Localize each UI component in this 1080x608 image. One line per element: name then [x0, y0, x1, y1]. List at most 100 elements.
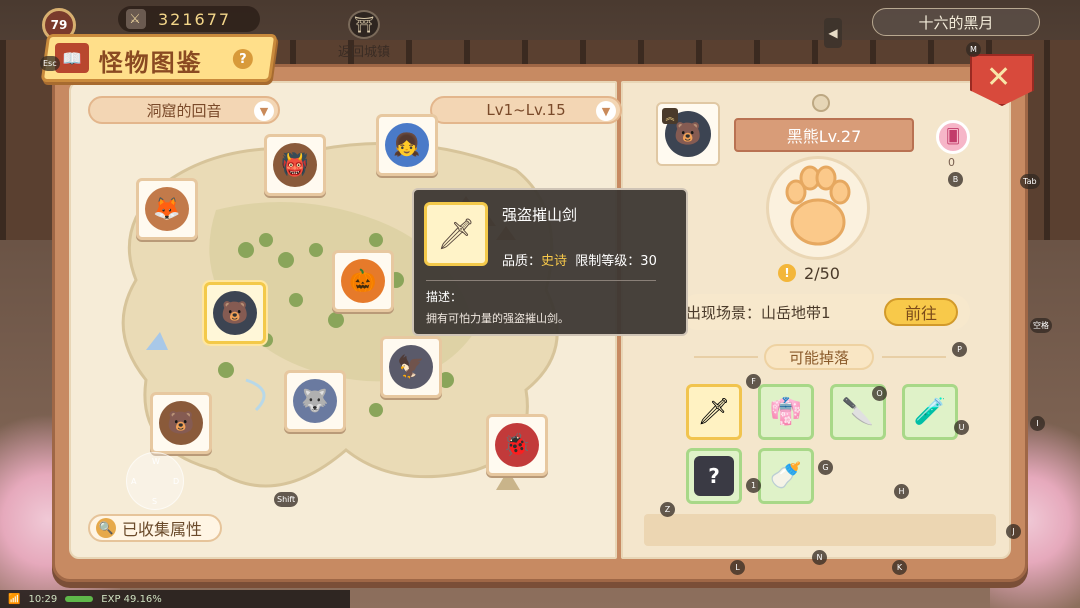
p-key-hint: P	[952, 342, 967, 357]
collection-progress: ! 2/50	[744, 262, 874, 284]
warning-icon: !	[778, 264, 797, 282]
joystick-s: S	[152, 497, 158, 506]
tooltip-quality-row: 品质：史诗 限制等级：30	[502, 250, 657, 269]
monster-blue-hair-girl[interactable]: 👧	[376, 114, 438, 176]
drop-mystery-item[interactable]: ?	[686, 448, 742, 504]
bird-icon: 🦅	[389, 345, 433, 389]
caveman-icon: 👹	[273, 143, 317, 187]
m-key-hint: M	[966, 42, 981, 57]
shift-key-hint: Shift	[274, 492, 299, 507]
monster-fox[interactable]: 🦊	[136, 178, 198, 240]
collapse-arrow-button[interactable]: ◀	[824, 18, 842, 48]
selected-monster-portrait[interactable]: 🐻 ︽	[656, 102, 720, 166]
close-icon: ✕	[986, 60, 1012, 95]
b-key-hint: B	[948, 172, 963, 187]
card-count: 0	[948, 156, 955, 169]
tooltip-desc-label: 描述：	[426, 290, 463, 304]
j-key-hint: J	[1006, 524, 1021, 539]
girl-icon: 👧	[385, 123, 429, 167]
quality-value: 史诗	[541, 254, 568, 269]
monster-grey-wolf[interactable]: 🐺	[284, 370, 346, 432]
goto-button[interactable]: 前往	[884, 298, 958, 326]
calendar-date: 十六的黑月	[872, 8, 1040, 36]
tooltip-item-name: 强盗摧山剑	[502, 206, 578, 224]
i-key-hint: I	[1030, 416, 1045, 431]
drop-sword-epic[interactable]: 🗡	[686, 384, 742, 440]
potion-icon: 🧪	[913, 397, 947, 427]
bug-icon: 🐞	[495, 423, 539, 467]
joystick-a: A	[131, 477, 137, 486]
page-title: 怪物图鉴	[98, 49, 203, 77]
pin-icon	[812, 94, 830, 112]
joystick-w: W	[152, 457, 160, 466]
paw-icon	[785, 165, 851, 246]
bottom-shelf	[644, 514, 996, 546]
u-key-hint: U	[954, 420, 969, 435]
item-tooltip: 🗡 强盗摧山剑 品质：史诗 限制等级：30 描述： 拥有可怕力量的强盗摧山剑。	[412, 188, 688, 336]
drop-purple-potion[interactable]: 🧪	[902, 384, 958, 440]
status-bar: 📶 10:29 EXP 49.16%	[0, 590, 350, 608]
monster-caveman[interactable]: 👹	[264, 134, 326, 196]
drop-milk-bottle[interactable]: 🍼	[758, 448, 814, 504]
dagger-icon: 🔪	[841, 397, 875, 427]
bear-icon: 🐻	[213, 291, 257, 335]
bottle-icon: 🍼	[769, 461, 803, 491]
help-button[interactable]: ?	[232, 49, 253, 69]
esc-key-hint: Esc	[40, 56, 60, 71]
armor-icon: 👘	[769, 397, 803, 427]
rank-chevron-icon: ︽	[662, 108, 678, 124]
close-button[interactable]: ✕	[970, 54, 1034, 106]
tooltip-divider	[426, 280, 656, 281]
coin-amount: 321677	[158, 9, 232, 29]
monster-pumpkin-witch[interactable]: 🎃	[332, 250, 394, 312]
joystick-d: D	[173, 477, 180, 486]
sword-icon: 🗡	[424, 202, 488, 266]
monster-red-bug[interactable]: 🐞	[486, 414, 548, 476]
l-key-hint: L	[730, 560, 745, 575]
swords-icon: ⚔	[126, 9, 146, 29]
area-dropdown-label: 洞窟的回音	[146, 101, 222, 120]
space-key-hint: 空格	[1030, 318, 1052, 333]
monster-name-ribbon: 黑熊Lv.27	[734, 118, 914, 152]
level-requirement: 限制等级：30	[575, 254, 657, 269]
progress-value: 2/50	[804, 263, 840, 283]
return-town-label: 返回城镇	[337, 45, 390, 60]
exp-readout: EXP 49.16%	[101, 593, 162, 605]
one-key-hint: 1	[746, 478, 761, 493]
location-label: 出现场景：山岳地带1	[686, 303, 831, 322]
area-dropdown[interactable]: 洞窟的回音 ▼	[88, 96, 280, 124]
h-key-hint: H	[894, 484, 909, 499]
clock: 10:29	[28, 593, 58, 605]
sword-icon: 🗡	[697, 397, 731, 427]
town-icon: ⛩	[348, 10, 380, 39]
tooltip-desc-text: 拥有可怕力量的强盗摧山剑。	[426, 312, 569, 325]
drops-header: 可能掉落	[764, 344, 874, 370]
book-icon: 📖	[55, 43, 89, 73]
wifi-icon: 📶	[8, 593, 21, 605]
monster-black-bear[interactable]: 🐻	[204, 282, 266, 344]
paw-emblem	[738, 150, 898, 266]
monster-bird-robot[interactable]: 🦅	[380, 336, 442, 398]
search-icon: 🔍	[96, 518, 116, 538]
monster-brown-bear[interactable]: 🐻	[150, 392, 212, 454]
title-banner: 📖 怪物图鉴 ?	[40, 34, 278, 82]
question-mark-icon: ?	[694, 456, 734, 496]
return-town-button[interactable]: ⛩ 返回城镇	[336, 10, 392, 60]
quality-label: 品质：	[502, 254, 542, 269]
tab-key-hint: Tab	[1020, 174, 1040, 189]
f-key-hint: F	[746, 374, 761, 389]
level-range-label: Lv1~Lv.15	[486, 101, 566, 119]
n-key-hint: N	[812, 550, 827, 565]
drop-blue-armor[interactable]: 👘	[758, 384, 814, 440]
level-range-dropdown[interactable]: Lv1~Lv.15 ▼	[430, 96, 622, 124]
battery-icon	[65, 596, 94, 602]
virtual-joystick[interactable]: W A S D	[126, 452, 184, 510]
collected-attributes-button[interactable]: 🔍 已收集属性	[88, 514, 222, 542]
coin-counter: ⚔ 321677	[118, 6, 260, 32]
drops-divider-left	[694, 356, 758, 358]
z-key-hint: Z	[660, 502, 675, 517]
monster-card-button[interactable]: 🂠	[936, 120, 970, 154]
wolf-icon: 🐺	[293, 379, 337, 423]
chevron-down-icon: ▼	[254, 101, 274, 121]
chevron-down-icon: ▼	[596, 101, 616, 121]
